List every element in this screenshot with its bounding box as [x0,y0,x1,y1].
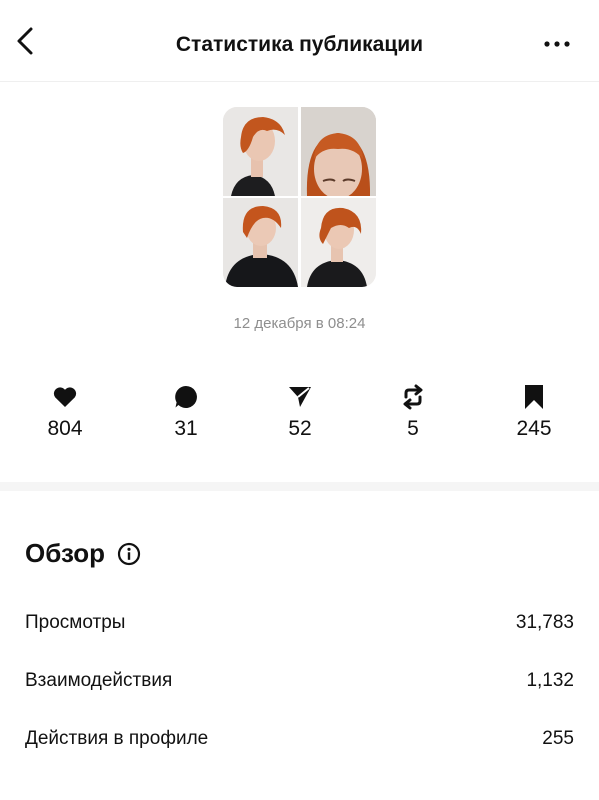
repost-icon [368,383,458,411]
post-thumbnail[interactable] [223,107,376,287]
thumbnail-photo-3 [223,198,298,287]
comments-count: 31 [174,417,198,440]
section-divider [0,482,599,491]
info-icon[interactable] [117,542,141,566]
saves-count: 245 [516,417,552,440]
row-label: Взаимодействия [25,670,173,691]
thumbnail-photo-2 [301,107,376,196]
stat-comments[interactable]: 31 [141,383,231,441]
bookmark-icon [489,383,579,411]
share-icon [255,383,345,411]
stat-reposts[interactable]: 5 [368,383,458,441]
more-horizontal-icon [543,35,571,53]
top-bar: Статистика публикации [0,0,599,82]
overview-row-interactions[interactable]: Взаимодействия 1,132 [25,670,574,692]
stat-shares[interactable]: 52 [255,383,345,441]
shares-count: 52 [288,417,312,440]
page-title: Статистика публикации [175,33,424,56]
overview-title: Обзор [25,538,105,568]
likes-count: 804 [47,417,83,440]
more-options-button[interactable] [541,30,573,58]
thumbnail-photo-4 [301,198,376,287]
overview-row-profile-actions[interactable]: Действия в профиле 255 [25,728,574,750]
stat-likes[interactable]: 804 [20,383,110,441]
row-value: 31,783 [515,612,574,633]
row-label: Действия в профиле [25,728,209,749]
row-value: 255 [542,728,574,749]
post-date: 12 декабря в 08:24 [233,315,366,332]
thumbnail-photo-1 [223,107,298,196]
reposts-count: 5 [407,417,419,440]
row-label: Просмотры [25,612,126,633]
stat-saves[interactable]: 245 [489,383,579,441]
comment-icon [141,383,231,411]
row-value: 1,132 [526,670,574,691]
overview-header: Обзор [25,538,141,569]
overview-row-views[interactable]: Просмотры 31,783 [25,612,574,634]
heart-icon [20,383,110,411]
